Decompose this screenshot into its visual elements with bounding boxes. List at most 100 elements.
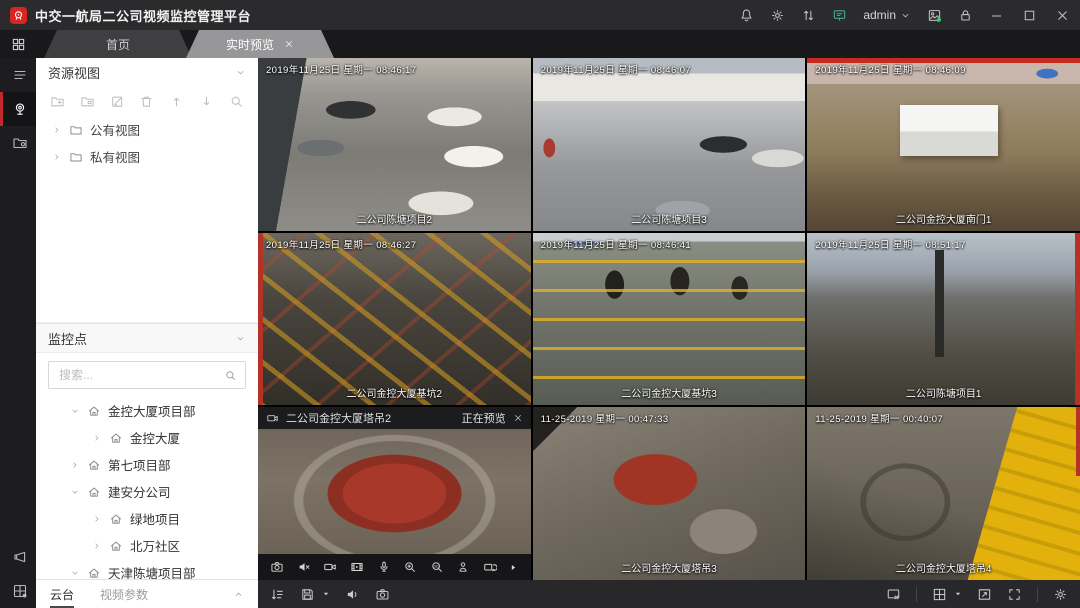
delete-icon[interactable] bbox=[139, 94, 154, 109]
tab-live-preview[interactable]: 实时预览 bbox=[186, 30, 334, 58]
add-folder-icon[interactable] bbox=[50, 94, 65, 109]
save-icon[interactable] bbox=[300, 587, 315, 602]
tree-item-public-views[interactable]: 公有视图 bbox=[36, 116, 258, 143]
active-cell-header: 二公司金控大厦塔吊2 正在预览 bbox=[258, 407, 531, 429]
monitor-points-title: 监控点 bbox=[48, 329, 87, 348]
resource-view-header[interactable]: 资源视图 bbox=[36, 58, 258, 86]
tab-live-preview-label: 实时预览 bbox=[226, 36, 274, 53]
broadcast-icon[interactable] bbox=[0, 540, 36, 574]
swap-vertical-icon[interactable] bbox=[801, 8, 816, 23]
tab-ptz[interactable]: 云台 bbox=[50, 580, 74, 608]
grid-apps-icon[interactable] bbox=[0, 30, 36, 58]
add-view-icon[interactable] bbox=[80, 94, 95, 109]
tree-item-site[interactable]: 北万社区 bbox=[36, 532, 258, 559]
chevron-right-icon[interactable] bbox=[52, 152, 62, 162]
divider bbox=[916, 587, 917, 602]
video-cell-1[interactable]: 2019年11月25日 星期一 08:46:17 二公司陈塘项目2 bbox=[258, 58, 531, 231]
move-up-icon[interactable] bbox=[169, 94, 184, 109]
settings-icon[interactable] bbox=[1053, 587, 1068, 602]
zoom-3d-icon[interactable]: 3D bbox=[430, 560, 444, 574]
active-cell-toolbar: 3D bbox=[258, 554, 531, 580]
monitor-points-header[interactable]: 监控点 bbox=[36, 323, 258, 353]
tree-item-private-views[interactable]: 私有视图 bbox=[36, 143, 258, 170]
chevron-right-icon[interactable] bbox=[92, 433, 102, 443]
tree-item-site[interactable]: 金控大厦 bbox=[36, 424, 258, 451]
resource-view-section: 资源视图 公有视图 私有视图 bbox=[36, 58, 258, 323]
lock-icon[interactable] bbox=[958, 8, 973, 23]
tree-item-site[interactable]: 第七项目部 bbox=[36, 451, 258, 478]
layout-grid-icon[interactable] bbox=[932, 587, 947, 602]
tab-home-label: 首页 bbox=[106, 36, 130, 53]
menu-icon[interactable] bbox=[0, 58, 36, 92]
video-cell-9[interactable]: 11-25-2019 星期一 00:40:07 二公司金控大厦塔吊4 bbox=[807, 407, 1080, 580]
tree-item-site[interactable]: 金控大厦项目部 bbox=[36, 397, 258, 424]
video-cell-5[interactable]: 2019年11月25日 星期一 08:46:41 二公司金控大厦基坑3 bbox=[533, 233, 806, 406]
minimize-icon[interactable] bbox=[989, 8, 1004, 23]
home-icon bbox=[109, 539, 123, 553]
edit-icon[interactable] bbox=[110, 94, 125, 109]
video-cell-2[interactable]: 2019年11月25日 星期一 08:46:07 二公司陈塘项目3 bbox=[533, 58, 806, 231]
osd-timestamp: 2019年11月25日 星期一 08:46:41 bbox=[541, 237, 691, 251]
video-cell-7-active[interactable]: 二公司金控大厦塔吊2 正在预览 3D bbox=[258, 407, 531, 580]
mute-icon[interactable] bbox=[297, 560, 311, 574]
tab-video-params[interactable]: 视频参数 bbox=[100, 580, 148, 608]
close-icon[interactable] bbox=[513, 413, 523, 423]
fullscreen-icon[interactable] bbox=[1007, 587, 1022, 602]
move-down-icon[interactable] bbox=[199, 94, 214, 109]
tree-item-label: 私有视图 bbox=[90, 147, 140, 166]
search-input[interactable] bbox=[57, 367, 224, 383]
chevron-down-icon[interactable] bbox=[70, 487, 80, 497]
chevron-down-icon[interactable] bbox=[70, 406, 80, 416]
chevron-right-icon[interactable] bbox=[92, 541, 102, 551]
mic-icon[interactable] bbox=[377, 560, 391, 574]
window-controls bbox=[989, 8, 1070, 23]
settings-icon[interactable] bbox=[770, 8, 785, 23]
snapshot-icon[interactable] bbox=[270, 560, 284, 574]
osd-caption: 二公司金控大厦基坑3 bbox=[621, 385, 717, 400]
view-config-icon[interactable] bbox=[0, 126, 36, 160]
tree-item-site[interactable]: 绿地项目 bbox=[36, 505, 258, 532]
audio-icon[interactable] bbox=[345, 587, 360, 602]
user-menu[interactable]: admin bbox=[863, 8, 911, 22]
chevron-down-icon[interactable] bbox=[70, 568, 80, 578]
search-icon[interactable] bbox=[229, 94, 244, 109]
chevron-right-icon[interactable] bbox=[52, 125, 62, 135]
tree-item-site[interactable]: 建安分公司 bbox=[36, 478, 258, 505]
osd-caption: 二公司金控大厦塔吊4 bbox=[896, 560, 992, 575]
chevron-right-icon[interactable] bbox=[70, 460, 80, 470]
chevron-down-icon bbox=[235, 333, 246, 344]
close-all-icon[interactable] bbox=[886, 587, 901, 602]
maximize-icon[interactable] bbox=[1022, 8, 1037, 23]
osd-caption: 二公司金控大厦南门1 bbox=[896, 211, 992, 226]
sort-list-icon[interactable] bbox=[270, 587, 285, 602]
snapshot-icon[interactable] bbox=[375, 587, 390, 602]
video-cell-6[interactable]: 2019年11月25日 星期一 08:51:17 二公司陈塘项目1 bbox=[807, 233, 1080, 406]
tree-item-label: 金控大厦 bbox=[130, 428, 180, 447]
tab-home[interactable]: 首页 bbox=[44, 30, 192, 58]
more-icon[interactable] bbox=[509, 563, 518, 572]
ptz-locate-icon[interactable] bbox=[456, 560, 470, 574]
expand-icon[interactable] bbox=[977, 587, 992, 602]
wall-add-icon[interactable] bbox=[0, 574, 36, 608]
monitor-chat-icon[interactable] bbox=[832, 8, 847, 23]
zoom-in-icon[interactable] bbox=[403, 560, 417, 574]
video-cell-4[interactable]: 2019年11月25日 星期一 08:46:27 二公司金控大厦基坑2 bbox=[258, 233, 531, 406]
avatar-icon[interactable] bbox=[927, 8, 942, 23]
osd-caption: 二公司陈塘项目2 bbox=[357, 211, 433, 226]
osd-timestamp: 2019年11月25日 星期一 08:46:27 bbox=[266, 237, 416, 251]
tree-item-site[interactable]: 天津陈塘项目部 bbox=[36, 559, 258, 579]
bell-icon[interactable] bbox=[739, 8, 754, 23]
video-cell-8[interactable]: 11-25-2019 星期一 00:47:33 二公司金控大厦塔吊3 bbox=[533, 407, 806, 580]
tree-item-label: 公有视图 bbox=[90, 120, 140, 139]
close-icon[interactable] bbox=[1055, 8, 1070, 23]
chevron-right-icon[interactable] bbox=[92, 514, 102, 524]
camera-preset-icon[interactable] bbox=[483, 560, 497, 574]
record-icon[interactable] bbox=[323, 560, 337, 574]
osd-timestamp: 2019年11月25日 星期一 08:46:07 bbox=[541, 62, 691, 76]
playback-icon[interactable] bbox=[350, 560, 364, 574]
cctv-icon[interactable] bbox=[0, 92, 36, 126]
video-cell-3[interactable]: 2019年11月25日 星期一 08:46:09 二公司金控大厦南门1 bbox=[807, 58, 1080, 231]
chevron-up-icon[interactable] bbox=[233, 589, 244, 600]
close-tab-icon[interactable] bbox=[284, 39, 294, 49]
search-icon[interactable] bbox=[224, 369, 237, 382]
